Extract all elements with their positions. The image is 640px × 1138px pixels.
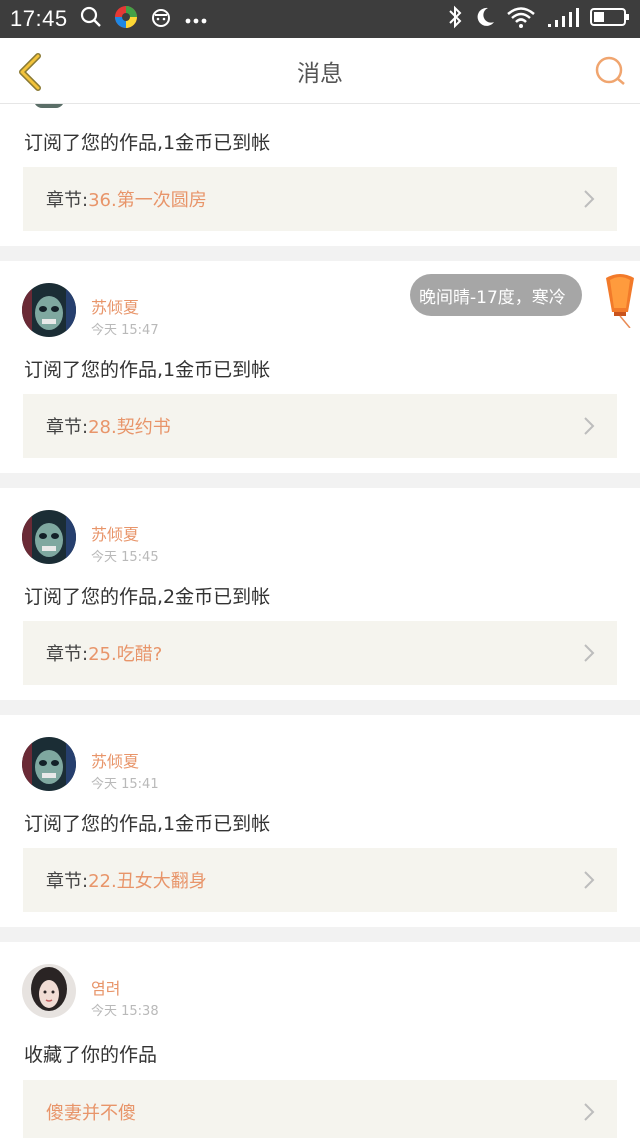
chapter-link[interactable]: 章节: 22.丑女大翻身 [23, 848, 617, 912]
timestamp: 今天 15:38 [91, 1004, 159, 1019]
chapter-link[interactable]: 章节: 25.吃醋? [23, 621, 617, 685]
lantern-icon[interactable] [600, 272, 640, 329]
list-item[interactable]: 苏倾夏 今天 15:45 订阅了您的作品,2金币已到帐 章节: 25.吃醋? [0, 488, 640, 700]
work-title: 傻妻并不傻 [46, 1103, 136, 1124]
chapter-link[interactable]: 章节: 28.契约书 [23, 394, 617, 458]
search-status-icon [80, 6, 102, 32]
face-status-icon [150, 6, 172, 32]
weather-bubble[interactable]: 晚间晴-17度，寒冷 [410, 274, 582, 316]
app-color-icon [114, 5, 138, 33]
chapter-value: 36.第一次圆房 [88, 190, 207, 211]
status-time: 17:45 [10, 6, 68, 31]
bluetooth-icon [446, 5, 464, 33]
message-text: 订阅了您的作品,1金币已到帐 [24, 813, 271, 835]
list-item[interactable]: 염려 今天 15:38 收藏了你的作品 傻妻并不傻 [0, 942, 640, 1138]
user-name[interactable]: 苏倾夏 [91, 521, 139, 545]
status-bar: 17:45 [0, 0, 640, 38]
user-name[interactable]: 苏倾夏 [91, 748, 139, 772]
message-text: 订阅了您的作品,1金币已到帐 [24, 359, 271, 381]
chevron-right-icon [584, 190, 595, 208]
avatar[interactable] [22, 283, 76, 337]
timestamp: 今天 15:45 [91, 550, 159, 565]
chapter-label: 章节: [46, 190, 89, 211]
chapter-label: 章节: [46, 417, 89, 438]
chapter-value: 28.契约书 [88, 417, 171, 438]
timestamp: 今天 15:41 [91, 777, 159, 792]
battery-icon [590, 6, 630, 32]
chevron-right-icon [584, 871, 595, 889]
list-item[interactable]: 苏倾夏 今天 15:41 订阅了您的作品,1金币已到帐 章节: 22.丑女大翻身 [0, 715, 640, 927]
message-text: 订阅了您的作品,2金币已到帐 [24, 586, 271, 608]
work-link[interactable]: 傻妻并不傻 [23, 1080, 617, 1138]
app-bar: 消息 [0, 38, 640, 104]
message-text: 收藏了你的作品 [24, 1044, 158, 1066]
user-name[interactable]: 苏倾夏 [91, 294, 139, 318]
list-item[interactable]: 订阅了您的作品,1金币已到帐 章节: 36.第一次圆房 [0, 104, 640, 246]
more-dots-icon [184, 10, 208, 29]
back-arrow-icon[interactable] [14, 52, 46, 92]
chapter-value: 25.吃醋? [88, 644, 163, 665]
message-text: 订阅了您的作品,1金币已到帐 [24, 132, 271, 154]
chapter-label: 章节: [46, 871, 89, 892]
user-name[interactable]: 염려 [91, 975, 120, 999]
chapter-value: 22.丑女大翻身 [88, 871, 207, 892]
moon-icon [474, 6, 496, 32]
search-icon[interactable] [594, 54, 628, 88]
avatar[interactable] [22, 510, 76, 564]
chapter-link[interactable]: 章节: 36.第一次圆房 [23, 167, 617, 231]
avatar[interactable] [22, 737, 76, 791]
signal-icon [546, 6, 580, 32]
weather-text: 晚间晴-17度，寒冷 [419, 287, 566, 308]
timestamp: 今天 15:47 [91, 323, 159, 338]
avatar [34, 104, 64, 108]
avatar[interactable] [22, 964, 76, 1018]
wifi-icon [506, 6, 536, 32]
page-title: 消息 [297, 60, 343, 87]
chapter-label: 章节: [46, 644, 89, 665]
chevron-right-icon [584, 1103, 595, 1121]
message-list[interactable]: 订阅了您的作品,1金币已到帐 章节: 36.第一次圆房 苏倾夏 今天 15:47… [0, 104, 640, 1138]
chevron-right-icon [584, 417, 595, 435]
chevron-right-icon [584, 644, 595, 662]
